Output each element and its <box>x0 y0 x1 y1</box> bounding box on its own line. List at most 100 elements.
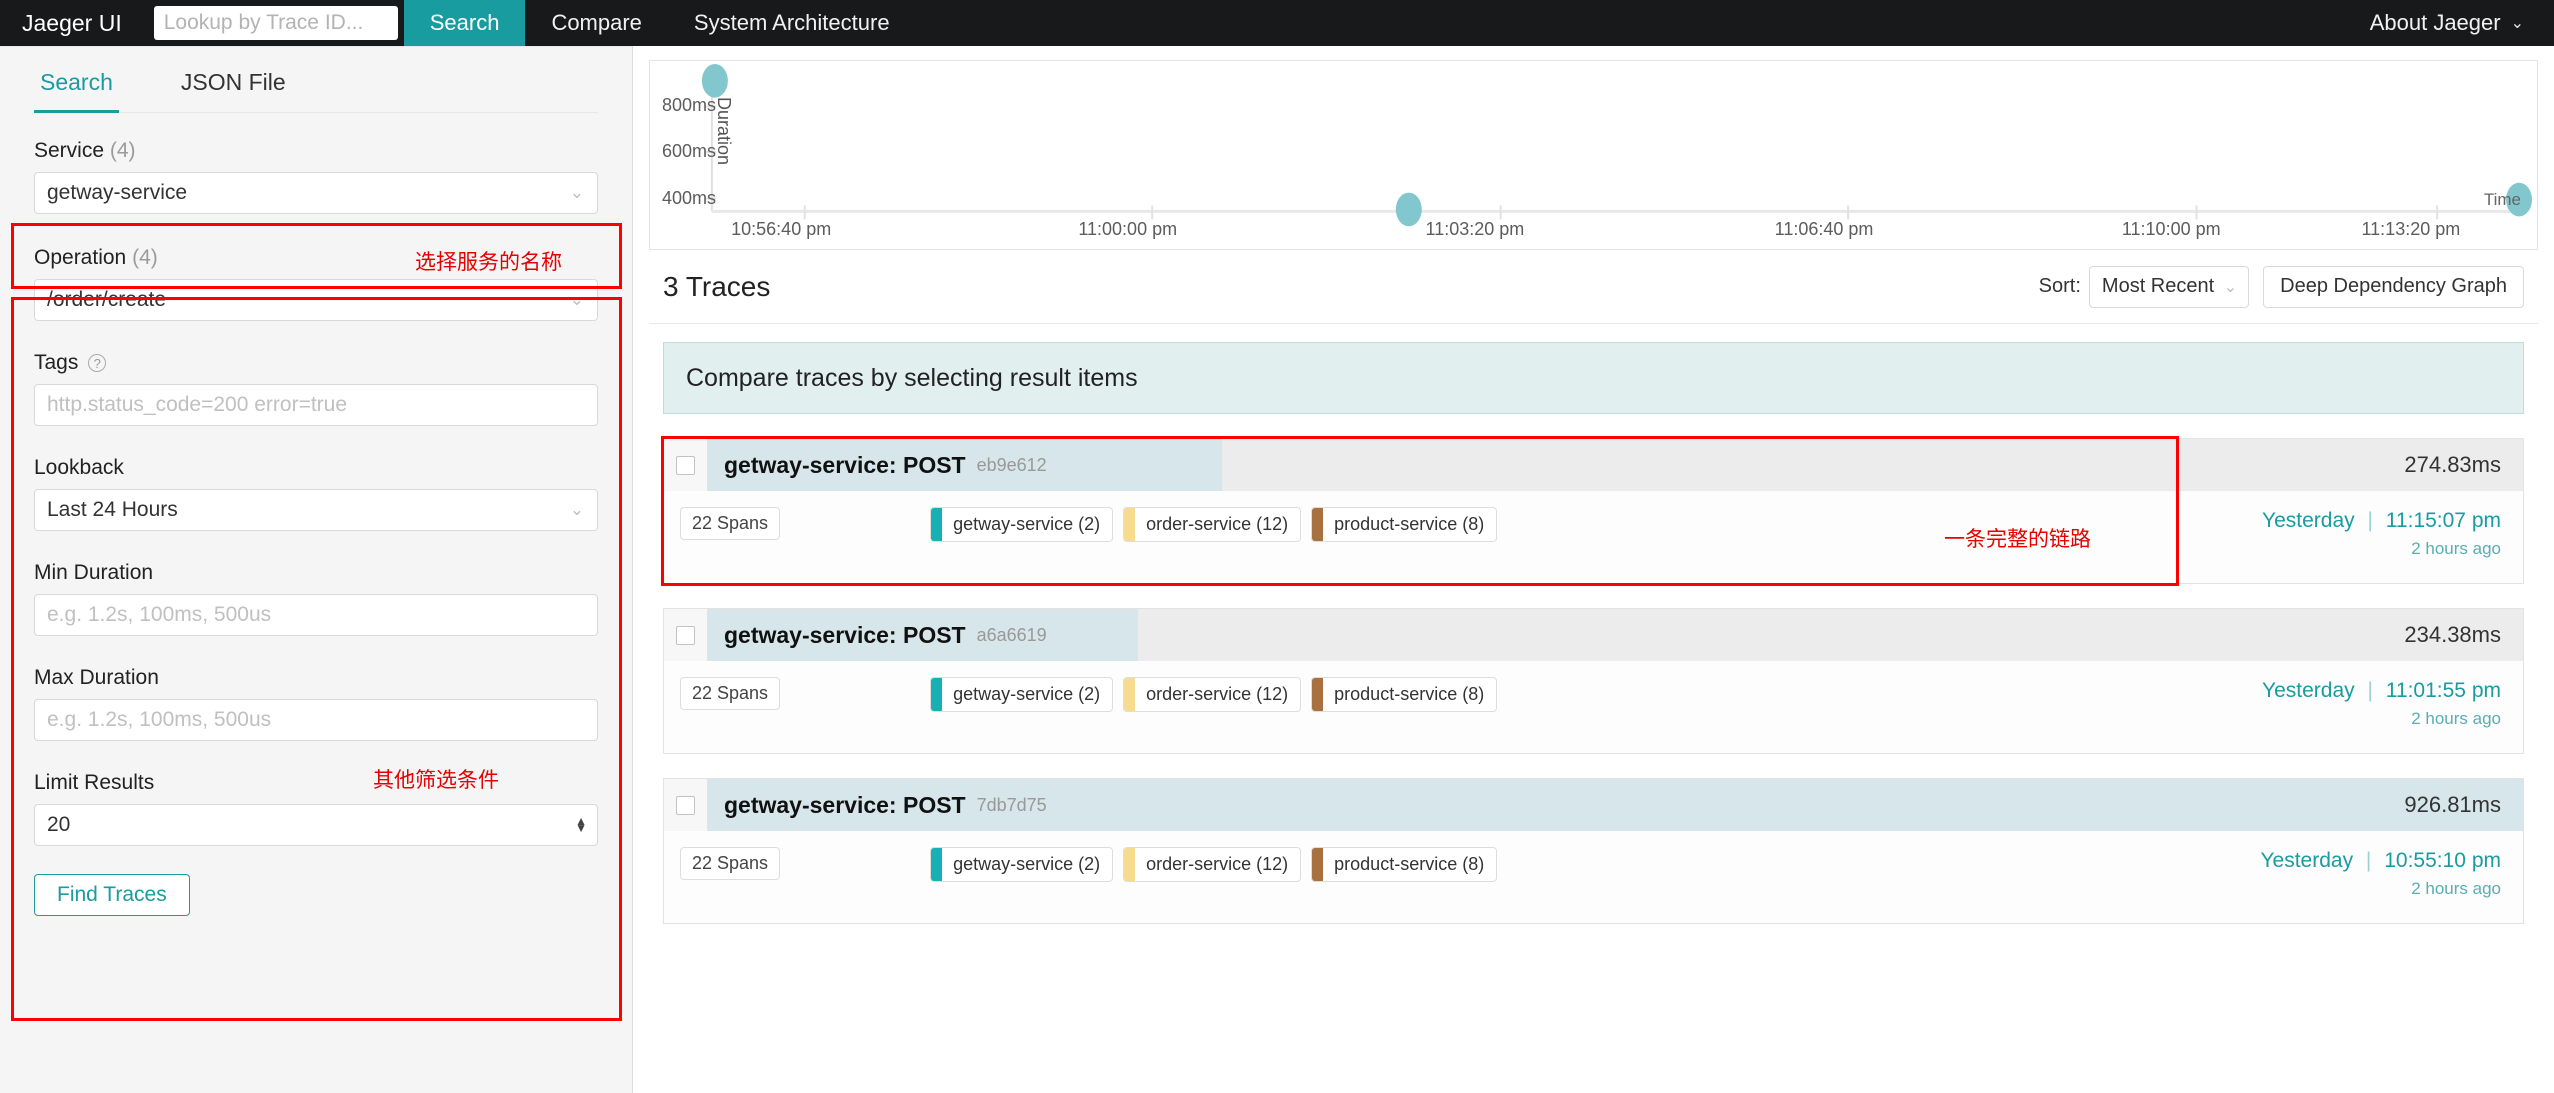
service-value: getway-service <box>47 181 188 204</box>
top-navigation-bar: Jaeger UI Search Compare System Architec… <box>0 0 2554 46</box>
trace-row[interactable]: getway-service: POST 7db7d75 926.81ms 22… <box>663 778 2524 924</box>
trace-title-text: getway-service: POST <box>724 621 966 648</box>
service-color-swatch <box>931 508 943 541</box>
service-chip[interactable]: product-service (8) <box>1311 847 1498 882</box>
operation-label: Operation (4) <box>34 246 598 270</box>
scatter-point[interactable] <box>1395 192 1422 227</box>
tags-label-text: Tags <box>34 351 79 374</box>
trace-time-value: 11:15:07 pm <box>2385 509 2501 532</box>
sort-value: Most Recent <box>2101 275 2215 297</box>
service-color-swatch <box>1124 508 1136 541</box>
field-max-duration: Max Duration e.g. 1.2s, 100ms, 500us <box>34 666 598 741</box>
find-traces-button[interactable]: Find Traces <box>34 874 190 916</box>
trace-select-checkbox[interactable] <box>676 625 695 645</box>
scatter-point[interactable] <box>701 63 728 98</box>
service-label: Service (4) <box>34 139 598 163</box>
trace-time-value: 11:01:55 pm <box>2385 679 2501 702</box>
lookback-label: Lookback <box>34 456 124 479</box>
limit-results-stepper[interactable]: 20 ▲ ▼ <box>34 804 598 846</box>
trace-id-lookup <box>148 0 404 46</box>
service-chip-label: product-service (8) <box>1334 514 1485 534</box>
service-select[interactable]: getway-service ⌄ <box>34 172 598 214</box>
field-operation: Operation (4) /order/create ⌄ <box>34 246 598 321</box>
trace-row[interactable]: getway-service: POST eb9e612 274.83ms 22… <box>661 436 2524 586</box>
service-chip[interactable]: order-service (12) <box>1123 677 1302 712</box>
trace-timestamp: Yesterday | 10:55:10 pm 2 hours ago <box>2260 847 2501 899</box>
max-duration-input[interactable]: e.g. 1.2s, 100ms, 500us <box>34 699 598 741</box>
service-chip-label: order-service (12) <box>1146 514 1289 534</box>
service-chip[interactable]: product-service (8) <box>1311 507 1498 542</box>
tags-input[interactable]: http.status_code=200 error=true <box>34 384 598 426</box>
trace-select-checkbox-cell <box>664 609 708 661</box>
nav-item-system-architecture[interactable]: System Architecture <box>668 0 916 46</box>
field-tags: Tags ? http.status_code=200 error=true <box>34 351 598 426</box>
service-chip[interactable]: order-service (12) <box>1123 847 1302 882</box>
results-panel: 800ms 600ms 400ms Duration 10:56:40 pm 1… <box>633 46 2554 1093</box>
max-duration-placeholder: e.g. 1.2s, 100ms, 500us <box>47 708 272 731</box>
service-count: (4) <box>109 139 136 162</box>
service-color-swatch <box>931 848 943 881</box>
trace-timestamp: Yesterday | 11:01:55 pm 2 hours ago <box>2262 677 2501 729</box>
min-duration-label: Min Duration <box>34 561 154 584</box>
trace-results-list: getway-service: POST eb9e612 274.83ms 22… <box>649 436 2538 948</box>
trace-title[interactable]: getway-service: POST 7db7d75 <box>708 779 1047 831</box>
about-jaeger-menu[interactable]: About Jaeger ⌄ <box>2366 10 2528 36</box>
trace-title-text: getway-service: POST <box>724 791 966 818</box>
trace-select-checkbox-cell <box>664 779 708 831</box>
service-chip[interactable]: getway-service (2) <box>930 677 1114 712</box>
operation-count: (4) <box>132 246 158 269</box>
trace-id-input[interactable] <box>153 6 398 40</box>
trace-id: 7db7d75 <box>976 794 1047 815</box>
chevron-down-icon: ⌄ <box>569 183 584 202</box>
trace-service-chips: getway-service (2) order-service (12) pr… <box>930 677 1498 712</box>
trace-title-text: getway-service: POST <box>724 451 966 478</box>
traces-count-label: 3 Traces <box>663 270 771 302</box>
tab-search[interactable]: Search <box>34 47 119 113</box>
deep-dependency-graph-button[interactable]: Deep Dependency Graph <box>2263 265 2524 308</box>
trace-service-chips: getway-service (2) order-service (12) pr… <box>930 847 1498 882</box>
trace-duration: 926.81ms <box>2404 792 2501 817</box>
service-color-swatch <box>1312 508 1324 541</box>
chevron-down-icon: ⌄ <box>569 500 584 519</box>
service-chip[interactable]: getway-service (2) <box>930 847 1114 882</box>
stepper-arrows-icon[interactable]: ▲ ▼ <box>575 815 587 834</box>
lookback-select[interactable]: Last 24 Hours ⌄ <box>34 489 598 531</box>
timestamp-separator: | <box>2365 849 2372 872</box>
trace-select-checkbox[interactable] <box>676 795 695 815</box>
nav-item-search[interactable]: Search <box>403 0 526 46</box>
service-color-swatch <box>931 678 943 711</box>
operation-select[interactable]: /order/create ⌄ <box>34 279 598 321</box>
trace-day: Yesterday <box>2262 679 2355 702</box>
trace-row-body: 22 Spans getway-service (2) order-servic… <box>664 661 2523 753</box>
service-chip-label: getway-service (2) <box>953 854 1101 874</box>
tab-json-file[interactable]: JSON File <box>175 47 292 112</box>
service-color-swatch <box>1312 678 1324 711</box>
sort-label: Sort: <box>2038 275 2081 297</box>
service-chip[interactable]: getway-service (2) <box>930 507 1114 542</box>
service-chip[interactable]: order-service (12) <box>1123 507 1302 542</box>
trace-relative-time: 2 hours ago <box>2411 539 2501 558</box>
min-duration-input[interactable]: e.g. 1.2s, 100ms, 500us <box>34 594 598 636</box>
nav-item-compare[interactable]: Compare <box>525 0 667 46</box>
chevron-down-icon: ⌄ <box>569 290 584 309</box>
sort-select[interactable]: Most Recent ⌄ <box>2088 265 2250 308</box>
trace-title[interactable]: getway-service: POST eb9e612 <box>708 439 1047 491</box>
trace-title[interactable]: getway-service: POST a6a6619 <box>708 609 1047 661</box>
trace-relative-time: 2 hours ago <box>2411 709 2501 728</box>
compare-traces-banner: Compare traces by selecting result items <box>663 342 2524 414</box>
stepper-down-icon[interactable]: ▼ <box>575 822 587 834</box>
scatter-point[interactable] <box>2506 182 2533 217</box>
trace-span-count: 22 Spans <box>680 507 781 540</box>
max-duration-label: Max Duration <box>34 666 159 689</box>
tags-label: Tags ? <box>34 351 598 375</box>
trace-id: eb9e612 <box>976 454 1047 475</box>
brand-logo[interactable]: Jaeger UI <box>0 0 148 46</box>
trace-row-body: 22 Spans getway-service (2) order-servic… <box>664 491 2523 583</box>
question-mark-icon[interactable]: ? <box>88 354 107 372</box>
trace-row-header: getway-service: POST a6a6619 234.38ms <box>664 609 2523 661</box>
trace-row[interactable]: getway-service: POST a6a6619 234.38ms 22… <box>663 608 2524 754</box>
service-chip-label: order-service (12) <box>1146 684 1289 704</box>
service-chip[interactable]: product-service (8) <box>1311 677 1498 712</box>
trace-select-checkbox[interactable] <box>676 455 695 475</box>
trace-time-value: 10:55:10 pm <box>2384 849 2501 872</box>
